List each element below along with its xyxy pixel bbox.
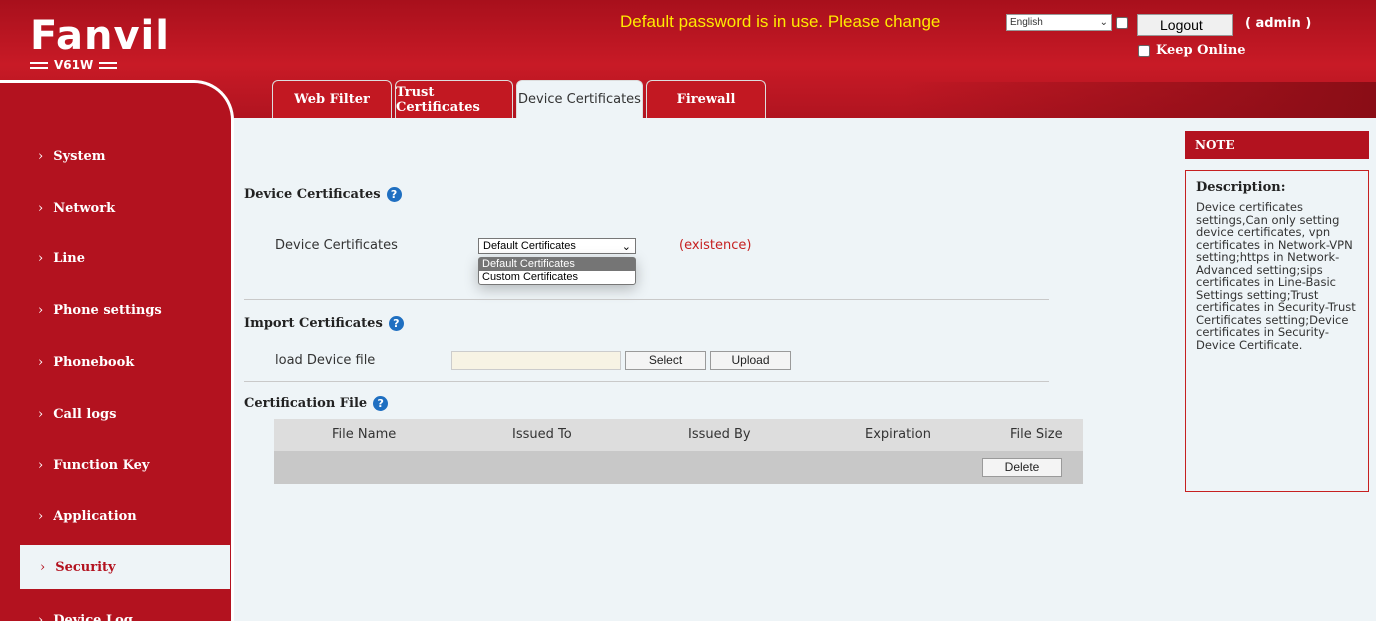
divider [244,381,1049,382]
chevron-right-icon: › [38,200,44,216]
option-default-certificates[interactable]: Default Certificates [479,258,635,271]
chevron-right-icon: › [38,354,44,370]
column-expiration: Expiration [865,427,931,442]
sidebar-item-line[interactable]: › Line [0,236,230,280]
device-certificates-select[interactable]: Default Certificates ⌄ [478,238,636,254]
column-file-name: File Name [332,427,397,442]
option-custom-certificates[interactable]: Custom Certificates [479,271,635,284]
section-title: Device Certificates [244,187,381,202]
security-tabs: Web Filter Trust Certificates Device Cer… [272,80,766,118]
sidebar-item-application[interactable]: › Application [0,494,230,538]
default-password-warning[interactable]: Default password is in use. Please chang… [620,12,940,32]
chevron-right-icon: › [38,612,44,621]
divider [244,299,1049,300]
keep-online-checkbox[interactable] [1138,44,1150,57]
keep-online-label: Keep Online [1156,43,1246,58]
current-user: ( admin ) [1245,16,1312,31]
sidebar-item-call-logs[interactable]: › Call logs [0,392,230,436]
sidebar-item-phone-settings[interactable]: › Phone settings [0,288,230,332]
upload-button[interactable]: Upload [710,351,791,370]
delete-button[interactable]: Delete [982,458,1062,477]
sidebar-item-label: Application [53,508,137,524]
model-name: V61W [54,58,94,72]
chevron-right-icon: › [38,508,44,524]
sidebar-item-label: System [53,148,106,164]
chevron-down-icon: ⌄ [1099,17,1108,28]
help-icon[interactable]: ? [373,396,389,411]
certificate-status: (existence) [679,238,752,253]
sidebar-item-label: Line [53,250,86,266]
device-certificates-section: Device Certificates ? [244,187,402,202]
load-device-file-label: load Device file [275,353,376,368]
chevron-right-icon: › [40,559,46,575]
table-row [274,451,1083,484]
chevron-right-icon: › [38,148,44,164]
logo-model: V61W [30,58,170,72]
sidebar-item-label: Call logs [53,406,117,422]
chevron-right-icon: › [38,302,44,318]
language-value: English [1010,17,1043,28]
chevron-right-icon: › [38,457,44,473]
device-certificates-label: Device Certificates [275,238,398,253]
sidebar-item-phonebook[interactable]: › Phonebook [0,340,230,384]
section-title: Import Certificates [244,316,383,331]
sidebar-item-label: Phone settings [53,302,162,318]
help-icon[interactable]: ? [388,316,404,331]
note-title: Description: [1196,180,1286,195]
sidebar-item-label: Network [53,200,116,216]
tab-trust-certificates[interactable]: Trust Certificates [395,80,513,118]
note-panel: Description: Device certificates setting… [1185,170,1369,492]
sidebar-item-label: Security [55,559,116,575]
keep-online-toggle[interactable]: Keep Online [1138,43,1246,58]
column-file-size: File Size [1010,427,1063,442]
sidebar-item-network[interactable]: › Network [0,186,230,230]
tab-firewall[interactable]: Firewall [646,80,766,118]
column-issued-by: Issued By [688,427,751,442]
sidebar-item-label: Phonebook [53,354,135,370]
fanvil-logo: Fanvil V61W [30,16,170,72]
tab-web-filter[interactable]: Web Filter [272,80,392,118]
section-title: Certification File [244,396,368,411]
language-select[interactable]: English ⌄ [1006,14,1112,31]
note-header: NOTE [1185,131,1369,159]
logo-brand: Fanvil [30,13,170,59]
chevron-right-icon: › [38,250,44,266]
header-checkbox[interactable] [1116,17,1128,29]
sidebar-item-label: Function Key [53,457,150,473]
column-issued-to: Issued To [512,427,572,442]
chevron-down-icon: ⌄ [621,240,631,253]
certification-file-section: Certification File ? [244,396,389,411]
import-certificates-section: Import Certificates ? [244,316,404,331]
sidebar-item-function-key[interactable]: › Function Key [0,443,230,487]
sidebar-item-system[interactable]: › System [0,134,230,178]
sidebar-item-label: Device Log [53,612,133,621]
note-description: Device certificates settings,Can only se… [1196,200,1356,352]
chevron-right-icon: › [38,406,44,422]
tab-device-certificates[interactable]: Device Certificates [516,80,643,118]
sidebar-item-device-log[interactable]: › Device Log [0,598,230,621]
sidebar-item-security[interactable]: › Security [20,545,230,589]
header-fade [900,82,1376,118]
device-certificates-dropdown: Default Certificates Custom Certificates [478,257,636,285]
help-icon[interactable]: ? [386,187,402,202]
select-button[interactable]: Select [625,351,706,370]
device-file-input[interactable] [451,351,621,370]
select-value: Default Certificates [483,240,576,252]
logout-button[interactable]: Logout [1137,14,1233,36]
